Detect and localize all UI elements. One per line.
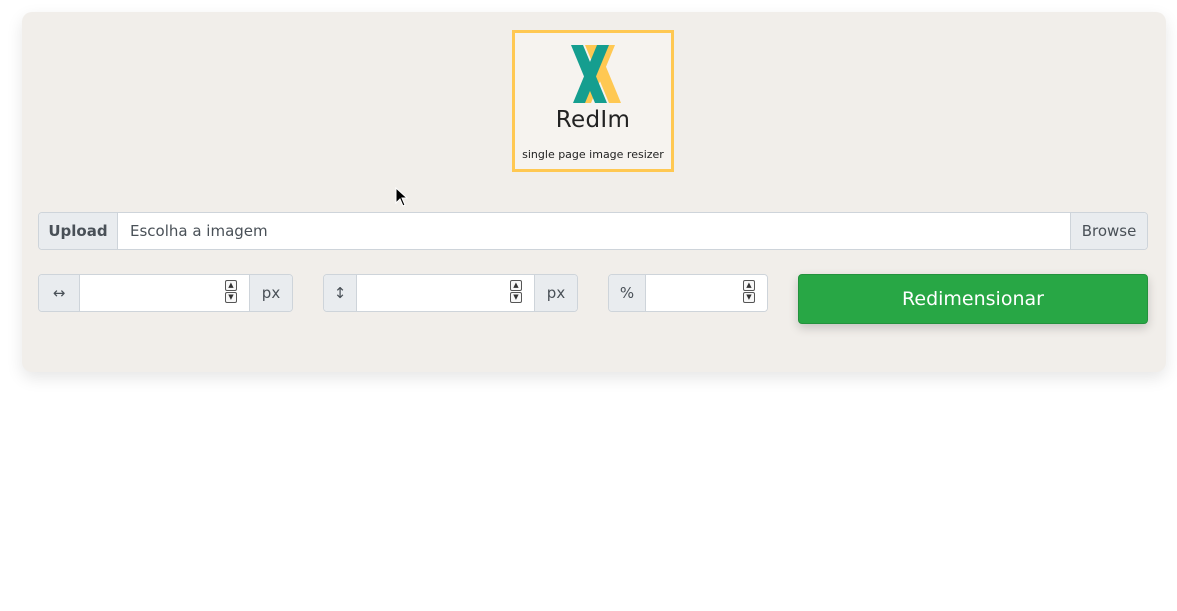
app-logo: RedIm single page image resizer (512, 30, 674, 172)
upload-label: Upload (39, 213, 118, 249)
x-logo-icon (571, 45, 621, 103)
width-spinner[interactable]: ▲ ▼ (225, 280, 237, 304)
width-input[interactable]: ▲ ▼ (80, 275, 249, 311)
height-spinner[interactable]: ▲ ▼ (510, 280, 522, 304)
percent-spinner[interactable]: ▲ ▼ (743, 280, 755, 304)
vertical-arrow-icon: ↕ (324, 275, 357, 311)
chevron-down-icon[interactable]: ▼ (225, 292, 237, 303)
chevron-up-icon[interactable]: ▲ (510, 280, 522, 291)
percent-input-group: % ▲ ▼ (608, 274, 768, 312)
percent-label: % (609, 275, 646, 311)
width-unit: px (249, 275, 292, 311)
resizer-card: RedIm single page image resizer Upload E… (22, 12, 1166, 372)
logo-title: RedIm (555, 107, 631, 133)
percent-input[interactable]: ▲ ▼ (646, 275, 767, 311)
height-input[interactable]: ▲ ▼ (357, 275, 534, 311)
file-input[interactable]: Escolha a imagem (118, 213, 1070, 249)
upload-input-group: Upload Escolha a imagem Browse (38, 212, 1148, 250)
height-unit: px (534, 275, 577, 311)
chevron-up-icon[interactable]: ▲ (743, 280, 755, 291)
chevron-up-icon[interactable]: ▲ (225, 280, 237, 291)
horizontal-arrow-icon: ↔ (39, 275, 80, 311)
chevron-down-icon[interactable]: ▼ (510, 292, 522, 303)
width-input-group: ↔ ▲ ▼ px (38, 274, 293, 312)
resize-button[interactable]: Redimensionar (798, 274, 1148, 324)
logo-subtitle: single page image resizer (522, 148, 664, 161)
chevron-down-icon[interactable]: ▼ (743, 292, 755, 303)
browse-button[interactable]: Browse (1070, 213, 1147, 249)
mouse-cursor-icon (395, 187, 409, 207)
height-input-group: ↕ ▲ ▼ px (323, 274, 578, 312)
